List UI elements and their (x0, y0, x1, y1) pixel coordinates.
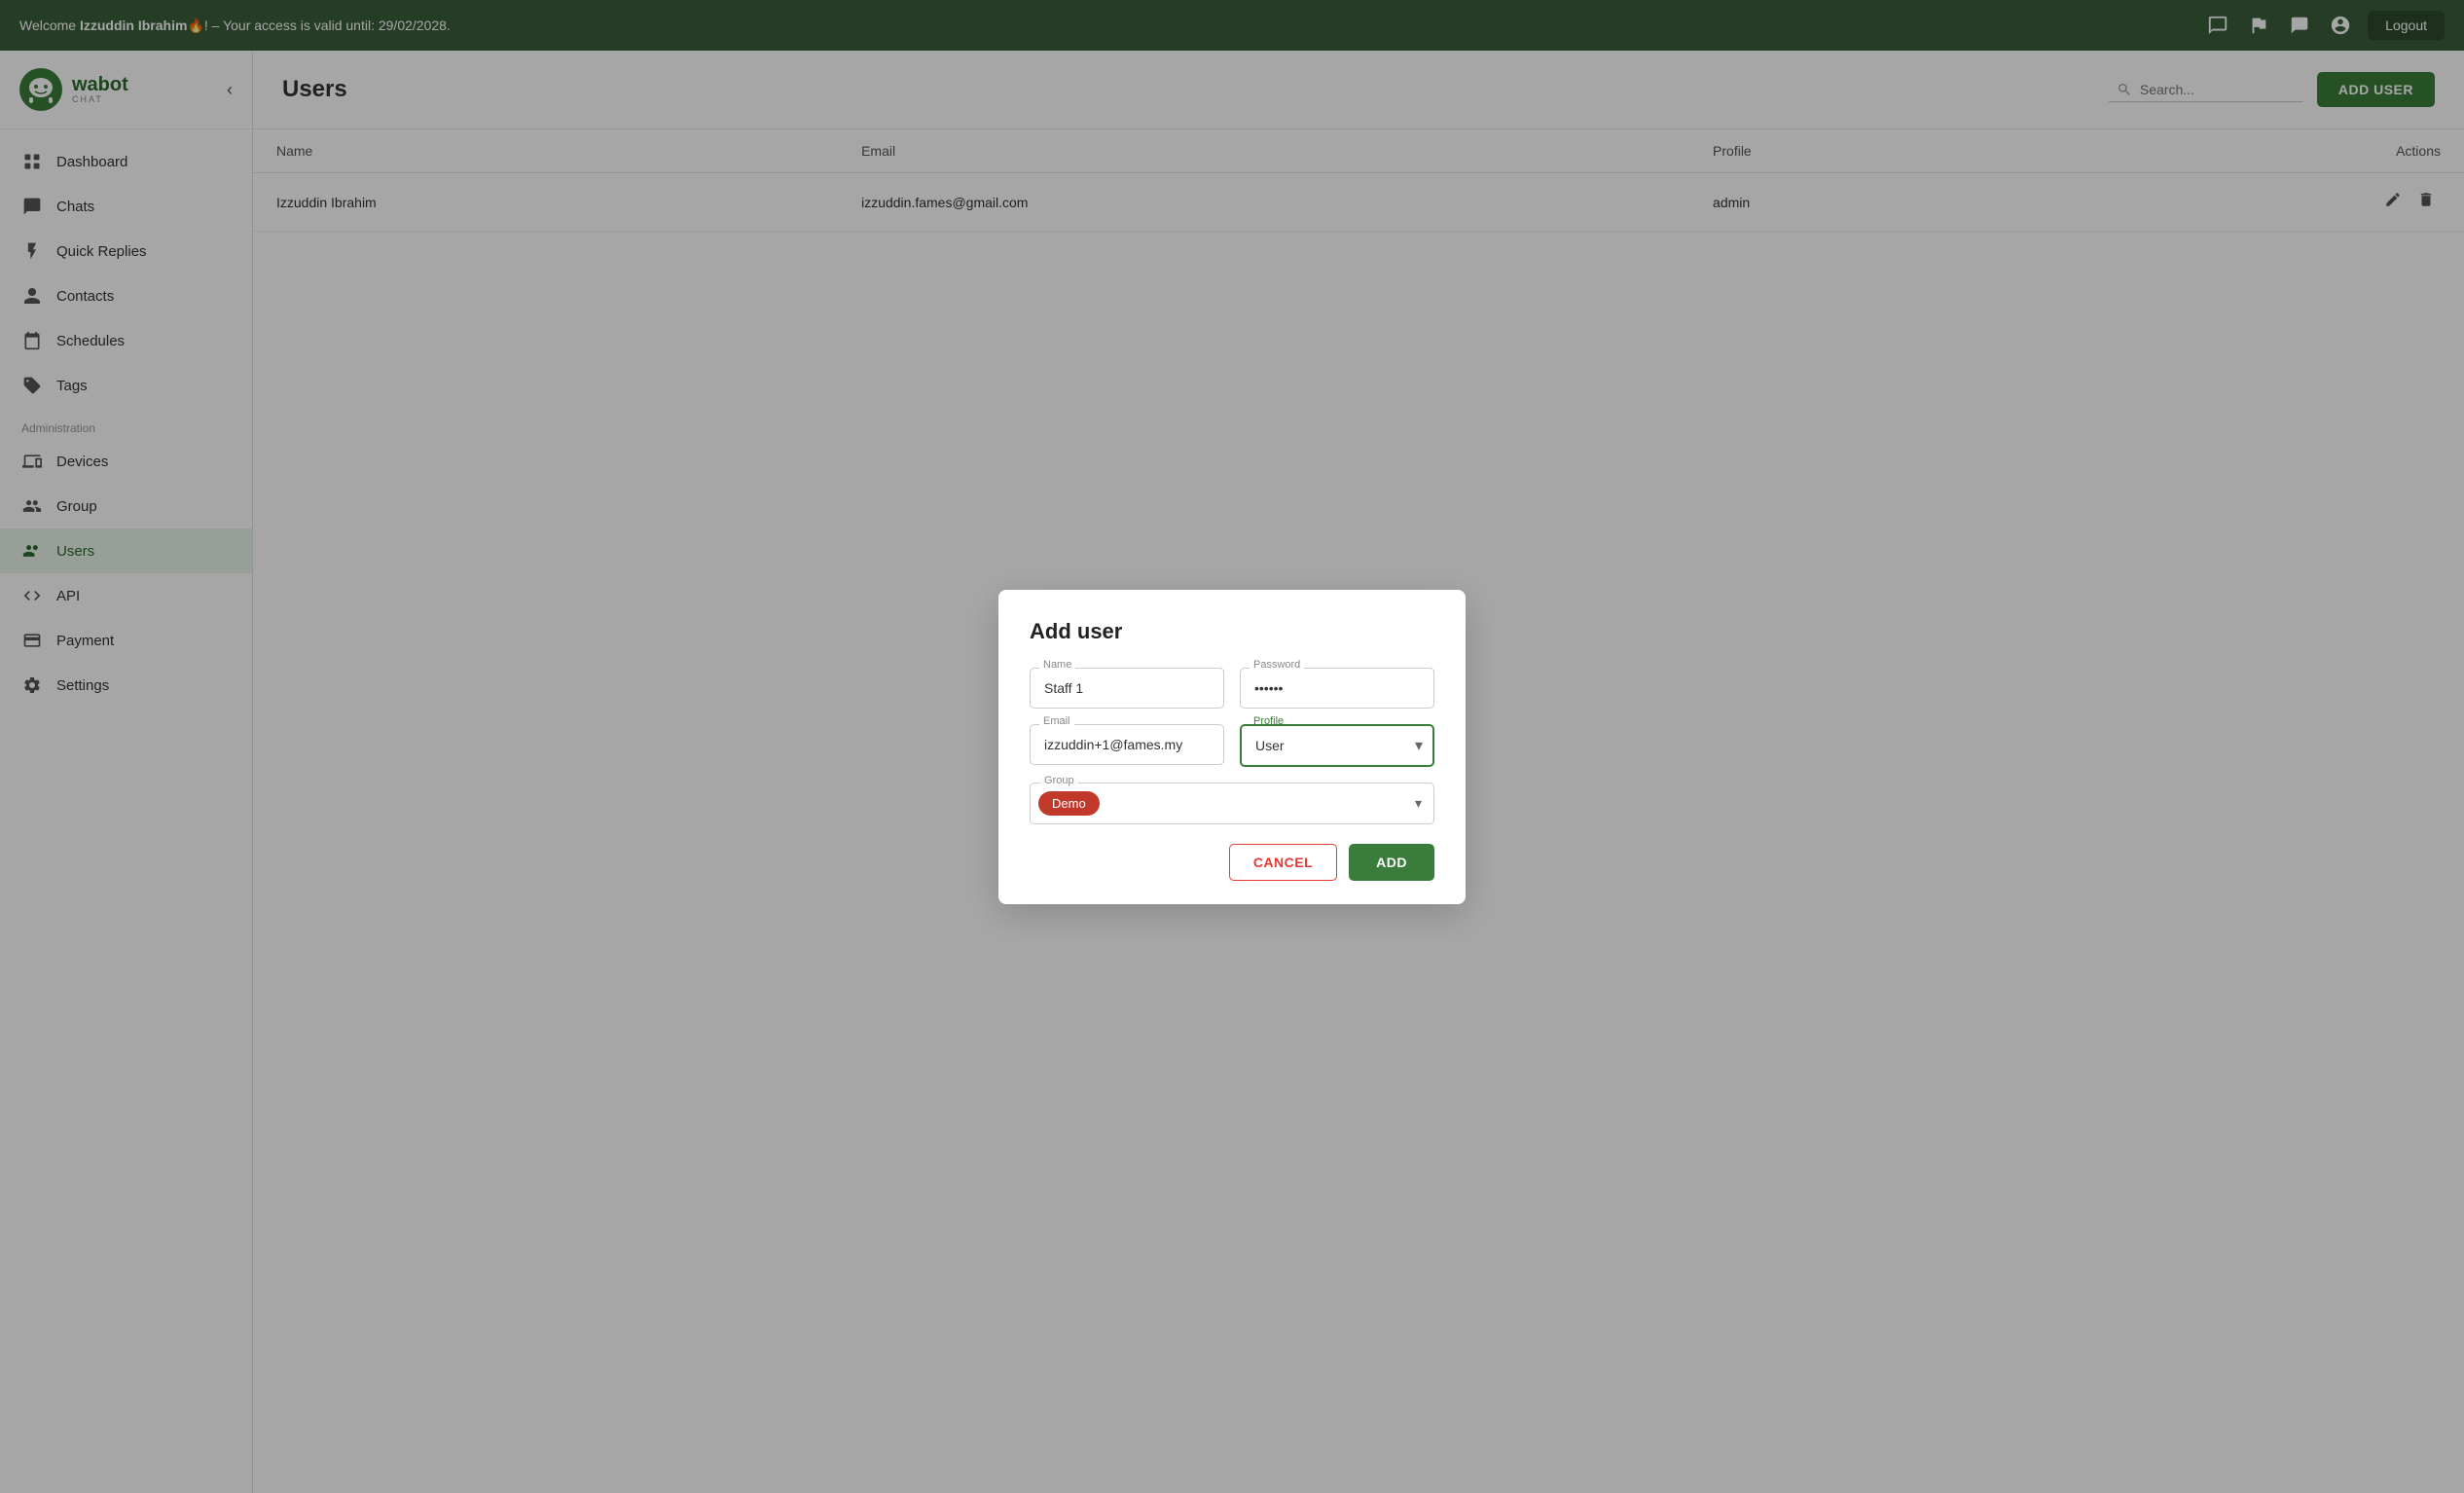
add-user-modal: Add user Name Password Email Profile Use… (998, 590, 1466, 904)
modal-overlay: Add user Name Password Email Profile Use… (0, 0, 2464, 1493)
email-input[interactable] (1030, 724, 1224, 765)
group-dropdown-arrow: ▾ (1415, 795, 1422, 812)
profile-select-wrapper: User Admin (1240, 724, 1434, 767)
group-tag: Demo (1038, 791, 1100, 816)
group-label: Group (1040, 775, 1078, 786)
profile-select[interactable]: User Admin (1240, 724, 1434, 767)
name-input[interactable] (1030, 668, 1224, 709)
group-field[interactable]: Group Demo ▾ (1030, 783, 1434, 824)
name-label: Name (1039, 659, 1075, 671)
password-input[interactable] (1240, 668, 1434, 709)
form-row-name-password: Name Password (1030, 668, 1434, 709)
cancel-button[interactable]: CANCEL (1229, 844, 1337, 881)
group-section: Group Demo ▾ (1030, 783, 1434, 824)
name-field-group: Name (1030, 668, 1224, 709)
email-label: Email (1039, 715, 1074, 727)
add-button[interactable]: ADD (1349, 844, 1434, 881)
modal-actions: CANCEL ADD (1030, 844, 1434, 881)
profile-field-group: Profile User Admin (1240, 724, 1434, 767)
modal-title: Add user (1030, 619, 1434, 644)
password-field-group: Password (1240, 668, 1434, 709)
password-label: Password (1250, 659, 1304, 671)
form-row-email-profile: Email Profile User Admin (1030, 724, 1434, 767)
email-field-group: Email (1030, 724, 1224, 767)
